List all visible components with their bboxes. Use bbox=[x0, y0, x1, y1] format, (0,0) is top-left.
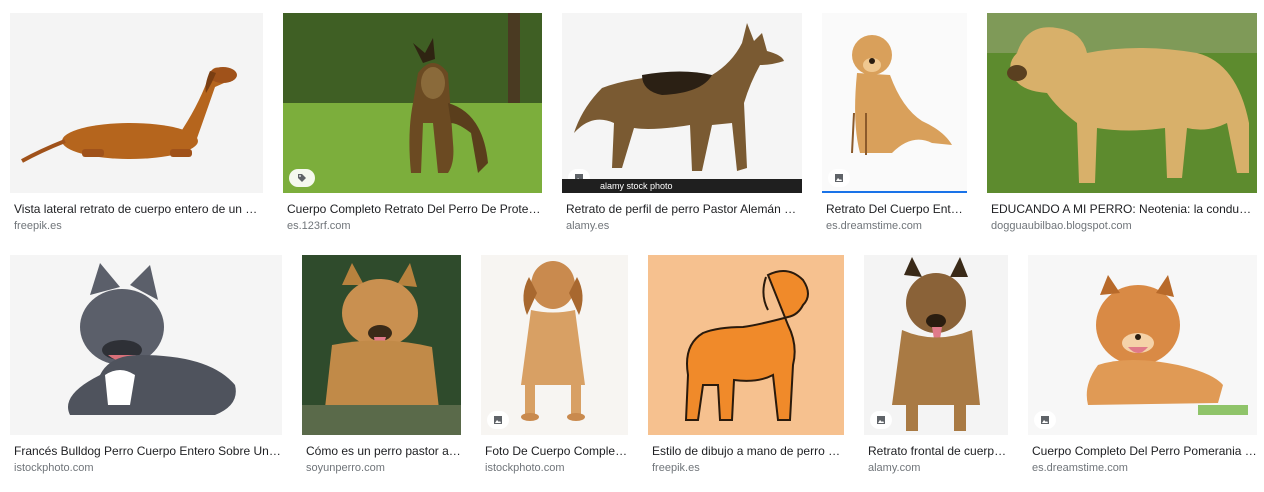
result-thumbnail[interactable] bbox=[10, 13, 263, 193]
result-title[interactable]: Cuerpo Completo Retrato Del Perro De Pro… bbox=[283, 201, 542, 217]
result-title[interactable]: EDUCANDO A MI PERRO: Neotenia: la conduc… bbox=[987, 201, 1257, 217]
result-source[interactable]: alamy.es bbox=[562, 219, 802, 233]
selection-underline bbox=[822, 191, 967, 193]
golden-retriever-drawing-image bbox=[851, 35, 952, 155]
result-source[interactable]: istockphoto.com bbox=[10, 461, 282, 475]
result-card[interactable]: Cómo es un perro pastor alemán soyunperr… bbox=[302, 255, 461, 475]
result-title[interactable]: Cuerpo Completo Del Perro Pomerania Sonr… bbox=[1028, 443, 1257, 459]
result-title[interactable]: Cómo es un perro pastor alemán bbox=[302, 443, 461, 459]
pomeranian-image bbox=[1086, 275, 1248, 415]
result-source[interactable]: soyunperro.com bbox=[302, 461, 461, 475]
result-title[interactable]: Retrato frontal de cuerpo entero bbox=[864, 443, 1008, 459]
result-card[interactable]: Retrato frontal de cuerpo entero alamy.c… bbox=[864, 255, 1008, 475]
result-thumbnail[interactable] bbox=[1028, 255, 1257, 435]
result-thumbnail[interactable] bbox=[648, 255, 844, 435]
german-shepherd-frontal-image bbox=[892, 257, 980, 431]
puppy-image bbox=[521, 261, 585, 421]
result-source[interactable]: dogguaubilbao.blogspot.com bbox=[987, 219, 1257, 233]
result-card[interactable]: alamy stock photo Retrato de perfil de p… bbox=[562, 13, 802, 233]
result-card[interactable]: Francés Bulldog Perro Cuerpo Entero Sobr… bbox=[10, 255, 282, 475]
image-icon bbox=[1034, 411, 1056, 429]
result-title[interactable]: Estilo de dibujo a mano de perro de cuer… bbox=[648, 443, 844, 459]
result-card[interactable]: Cuerpo Completo Del Perro Pomerania Sonr… bbox=[1028, 255, 1257, 475]
result-title[interactable]: Francés Bulldog Perro Cuerpo Entero Sobr… bbox=[10, 443, 282, 459]
result-card[interactable]: Foto De Cuerpo Completo De Un Cachorro i… bbox=[481, 255, 628, 475]
tag-icon bbox=[289, 169, 315, 187]
result-thumbnail[interactable] bbox=[302, 255, 461, 435]
result-thumbnail[interactable] bbox=[481, 255, 628, 435]
result-card[interactable]: Cuerpo Completo Retrato Del Perro De Pro… bbox=[283, 13, 542, 233]
result-card[interactable]: EDUCANDO A MI PERRO: Neotenia: la conduc… bbox=[987, 13, 1257, 233]
image-icon bbox=[828, 169, 850, 187]
result-title[interactable]: Vista lateral retrato de cuerpo entero d… bbox=[10, 201, 263, 217]
result-title[interactable]: Foto De Cuerpo Completo De Un Cachorro bbox=[481, 443, 628, 459]
german-shepherd-image bbox=[283, 13, 542, 193]
french-bulldog-image bbox=[68, 263, 236, 415]
shepherd-mix-image bbox=[302, 255, 461, 435]
result-card[interactable]: Vista lateral retrato de cuerpo entero d… bbox=[10, 13, 263, 233]
result-thumbnail[interactable] bbox=[283, 13, 542, 193]
result-thumbnail[interactable] bbox=[987, 13, 1257, 193]
result-thumbnail[interactable]: alamy stock photo bbox=[562, 13, 802, 193]
result-thumbnail[interactable] bbox=[822, 13, 967, 193]
result-source[interactable]: istockphoto.com bbox=[481, 461, 628, 475]
result-card[interactable]: Retrato Del Cuerpo Entero Del Perro es.d… bbox=[822, 13, 967, 233]
result-title[interactable]: Retrato Del Cuerpo Entero Del Perro bbox=[822, 201, 967, 217]
result-source[interactable]: freepik.es bbox=[10, 219, 263, 233]
dachshund-image bbox=[21, 67, 237, 163]
result-card[interactable]: Estilo de dibujo a mano de perro de cuer… bbox=[648, 255, 844, 475]
result-source[interactable]: freepik.es bbox=[648, 461, 844, 475]
result-thumbnail[interactable] bbox=[864, 255, 1008, 435]
result-source[interactable]: alamy.com bbox=[864, 461, 1008, 475]
german-shepherd-profile-image bbox=[574, 23, 784, 171]
result-source[interactable]: es.dreamstime.com bbox=[1028, 461, 1257, 475]
watermark-bar: alamy stock photo bbox=[562, 179, 802, 193]
result-thumbnail[interactable] bbox=[10, 255, 282, 435]
result-title[interactable]: Retrato de perfil de perro Pastor Alemán… bbox=[562, 201, 802, 217]
result-source[interactable]: es.123rf.com bbox=[283, 219, 542, 233]
mastiff-dog-image bbox=[987, 13, 1257, 193]
result-source[interactable]: es.dreamstime.com bbox=[822, 219, 967, 233]
image-icon bbox=[487, 411, 509, 429]
hand-drawn-dog-image bbox=[648, 255, 844, 435]
image-icon bbox=[870, 411, 892, 429]
